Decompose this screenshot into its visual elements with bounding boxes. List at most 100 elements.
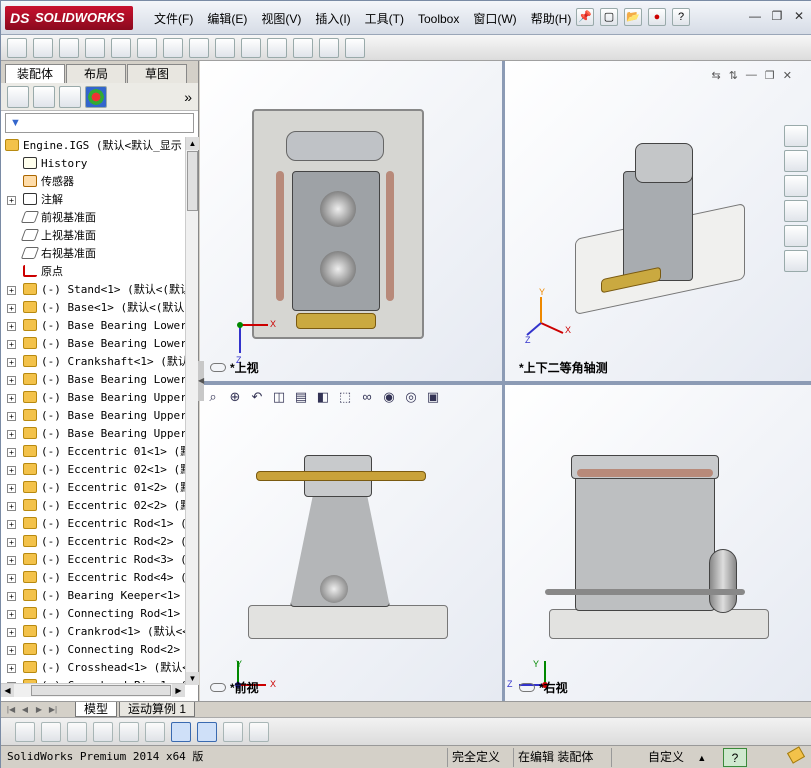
edit-appearance-icon[interactable]: ◉ [380,389,398,407]
expand-toggle-icon[interactable]: + [7,628,16,637]
scroll-down-icon[interactable]: ▼ [186,672,199,685]
tree-filter[interactable]: ▼ [5,113,194,133]
filter-icon[interactable]: ▼ [10,117,21,129]
status-tag-icon[interactable] [785,746,809,767]
reference-geometry-icon[interactable] [189,37,209,58]
graphics-area[interactable]: X Z *上视 ⇆ ⇅ — ❐ ✕ Y X Z *上下二等角轴测 ⌕ ⊕ ↶ ◫… [200,61,811,701]
hidden-lines-icon[interactable] [41,721,61,742]
expand-toggle-icon[interactable]: + [7,502,16,511]
apply-scene-icon[interactable]: ◎ [402,389,420,407]
view-settings-icon[interactable]: ▣ [424,389,442,407]
tree-item[interactable]: + (-) Eccentric 01<1> (默 [1,443,185,461]
tree-item[interactable]: + (-) Eccentric 02<2> (默 [1,497,185,515]
interference-detection-icon[interactable] [319,37,339,58]
bill-of-materials-icon[interactable] [241,37,261,58]
scroll-up-icon[interactable]: ▲ [186,137,199,150]
expand-toggle-icon[interactable]: + [7,340,16,349]
panel-splitter[interactable]: ◀ [198,361,204,401]
scroll-right-icon[interactable]: ▶ [172,684,185,697]
scroll-left-icon[interactable]: ◀ [1,684,14,697]
tree-item[interactable]: + (-) Eccentric 01<2> (默 [1,479,185,497]
hscroll-thumb[interactable] [31,685,171,696]
tab-last-icon[interactable]: ▶| [47,703,59,716]
tab-first-icon[interactable]: |◀ [5,703,17,716]
menu-view[interactable]: 视图(V) [254,10,308,28]
expand-toggle-icon[interactable]: + [7,466,16,475]
tree-item[interactable]: History [1,155,185,173]
assembly-features-icon[interactable] [163,37,183,58]
tree-item[interactable]: 上视基准面 [1,227,185,245]
units-dropdown-icon[interactable]: ▲ [697,753,706,763]
tree-horizontal-scrollbar[interactable]: ◀ ▶ [1,683,185,697]
wireframe-icon[interactable] [67,721,87,742]
tree-item[interactable]: + (-) Stand<1> (默认<(默认 [1,281,185,299]
tree-item[interactable]: 原点 [1,263,185,281]
scroll-thumb[interactable] [187,151,198,211]
tree-item[interactable]: + (-) Base Bearing Upper [1,407,185,425]
show-hidden-icon[interactable] [137,37,157,58]
tree-item[interactable]: + (-) Eccentric Rod<1> (默 [1,515,185,533]
tree-item[interactable]: + (-) Bearing Keeper<1> ( [1,587,185,605]
menu-edit[interactable]: 编辑(E) [200,10,254,28]
tree-item[interactable]: + (-) Eccentric Rod<3> (默 [1,551,185,569]
two-view-horizontal-icon[interactable] [119,721,139,742]
view-palette-icon[interactable] [784,200,808,222]
tree-item[interactable]: + (-) Connecting Rod<1> ( [1,605,185,623]
tab-prev-icon[interactable]: ◀ [19,703,31,716]
hide-show-items-icon[interactable]: ∞ [358,389,376,407]
tree-item[interactable]: + (-) Crosshead<1> (默认< [1,659,185,677]
expand-toggle-icon[interactable]: + [7,664,16,673]
tree-item[interactable]: + (-) Base Bearing Upper [1,389,185,407]
expand-toggle-icon[interactable]: + [7,448,16,457]
design-library-icon[interactable] [784,150,808,172]
close-button[interactable]: ✕ [792,9,806,23]
menu-insert[interactable]: 插入(I) [308,10,357,28]
tree-item[interactable]: + (-) Base Bearing Lower [1,317,185,335]
configuration-manager-icon[interactable] [59,85,81,108]
minimize-button[interactable]: — [748,9,762,23]
tree-item[interactable]: 前视基准面 [1,209,185,227]
view-orientation-icon[interactable]: ◧ [314,389,332,407]
shaded-icon[interactable] [197,721,217,742]
menu-tools[interactable]: 工具(T) [358,10,411,28]
explode-line-sketch-icon[interactable] [293,37,313,58]
appearances-icon[interactable] [784,225,808,247]
tab-model[interactable]: 模型 [75,702,118,717]
expand-toggle-icon[interactable]: + [7,376,16,385]
insert-component-icon[interactable] [7,37,27,58]
open-document-icon[interactable]: 📂 [624,8,642,26]
status-units[interactable]: 自定义 ▲ [611,748,721,767]
tree-item[interactable]: 传感器 [1,173,185,191]
expand-toggle-icon[interactable]: + [7,646,16,655]
feature-manager-icon[interactable] [7,85,29,108]
display-manager-icon[interactable] [85,85,107,108]
expand-toggle-icon[interactable]: + [7,610,16,619]
new-document-icon[interactable]: ▢ [600,8,618,26]
more-tabs-icon[interactable]: » [184,89,192,105]
rebuild-traffic-light-icon[interactable]: ● [648,8,666,26]
save-icon[interactable] [249,721,269,742]
tree-item[interactable]: + (-) Crankshaft<1> (默认 [1,353,185,371]
expand-toggle-icon[interactable]: + [7,520,16,529]
expand-toggle-icon[interactable]: + [7,430,16,439]
tree-item[interactable]: + 注解 [1,191,185,209]
tree-item[interactable]: + (-) Connecting Rod<2> ( [1,641,185,659]
exploded-view-icon[interactable] [267,37,287,58]
tree-item[interactable]: + (-) Base Bearing Lower [1,371,185,389]
zoom-to-fit-icon[interactable]: ⌕ [204,389,222,407]
single-view-icon[interactable] [93,721,113,742]
move-component-icon[interactable] [111,37,131,58]
linear-pattern-icon[interactable] [59,37,79,58]
expand-toggle-icon[interactable]: + [7,394,16,403]
pin-icon[interactable]: 📌 [576,8,594,26]
link-views-toolbar-icon[interactable] [223,721,243,742]
two-view-vertical-icon[interactable] [145,721,165,742]
tab-next-icon[interactable]: ▶ [33,703,45,716]
expand-toggle-icon[interactable]: + [7,286,16,295]
expand-toggle-icon[interactable]: + [7,484,16,493]
expand-toggle-icon[interactable]: + [7,538,16,547]
four-view-icon[interactable] [171,721,191,742]
viewport-dimetric[interactable]: ⇆ ⇅ — ❐ ✕ Y X Z *上下二等角轴测 [505,61,811,381]
draft-quality-icon[interactable] [15,721,35,742]
tree-item[interactable]: 右视基准面 [1,245,185,263]
